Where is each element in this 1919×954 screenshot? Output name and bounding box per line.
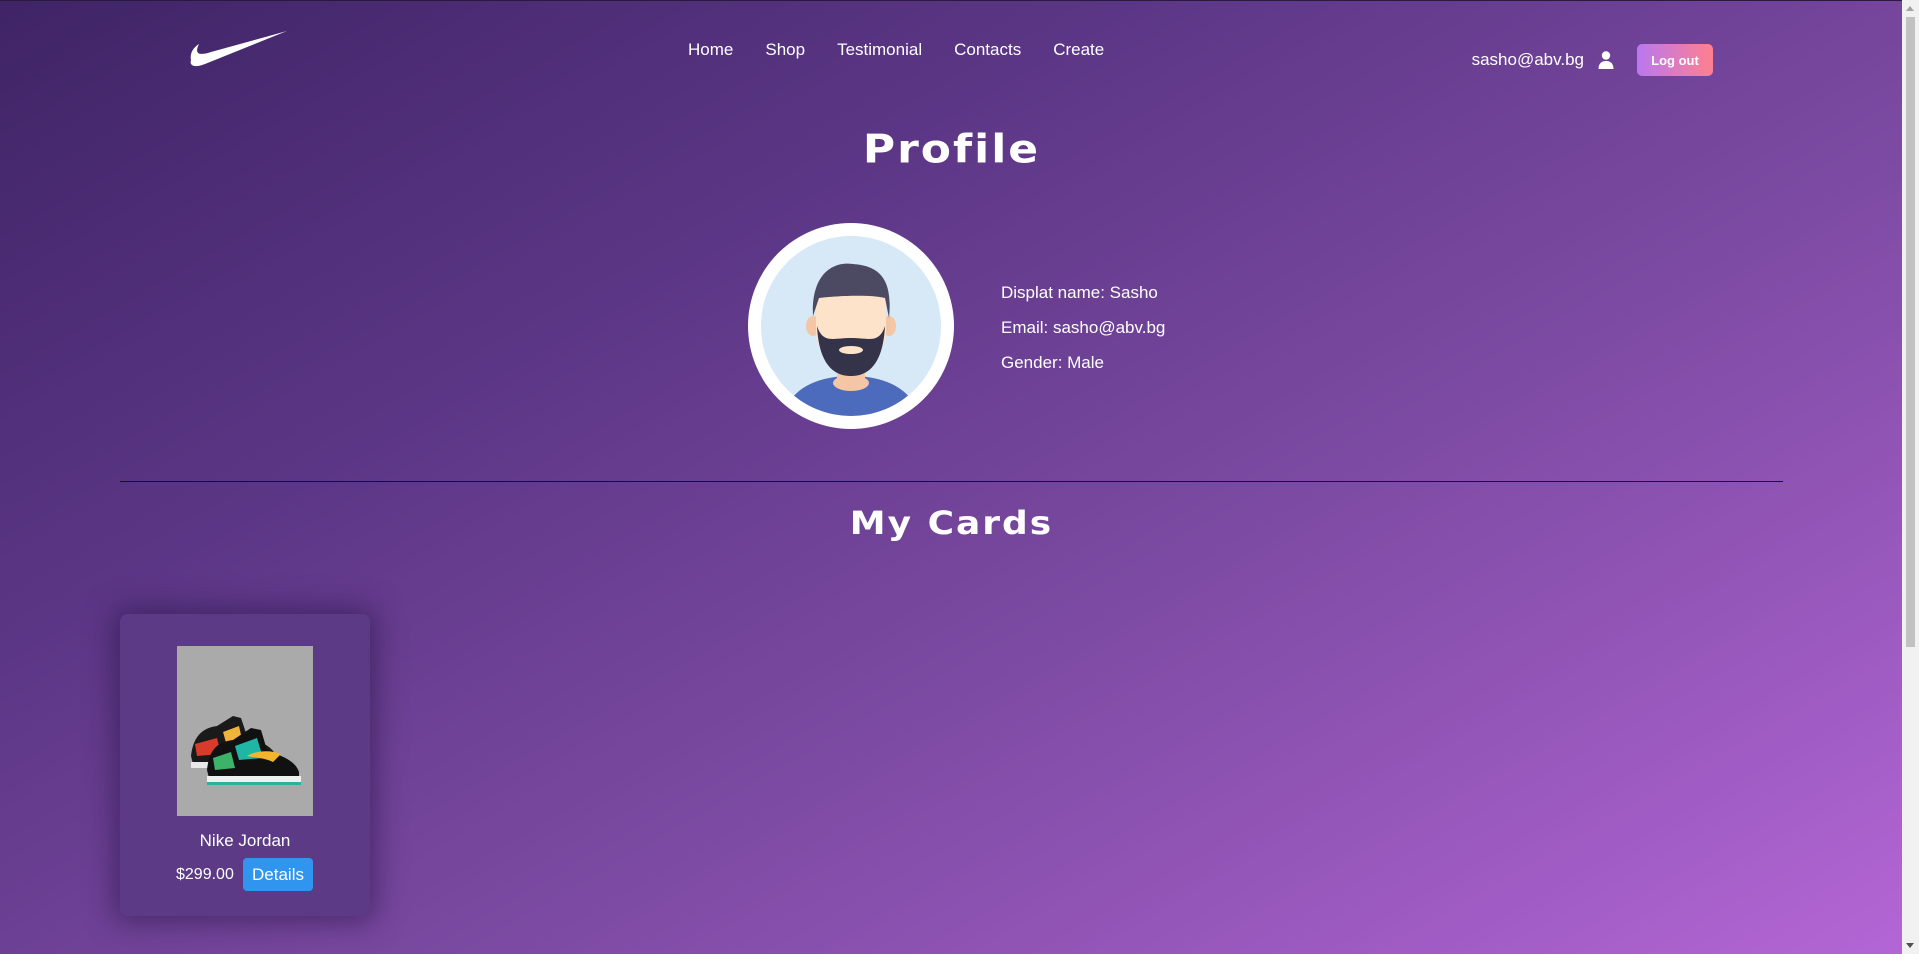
my-cards-title: My Cards <box>849 505 1054 542</box>
nike-logo-icon[interactable] <box>189 30 289 70</box>
scroll-up-arrow-icon[interactable] <box>1906 6 1914 11</box>
details-button[interactable]: Details <box>243 858 313 891</box>
nav-home[interactable]: Home <box>688 40 733 60</box>
profile-email: Email: sasho@abv.bg <box>1001 318 1166 337</box>
top-border <box>0 0 1919 1</box>
user-icon[interactable] <box>1598 51 1614 69</box>
profile-title: Profile <box>862 126 1041 173</box>
avatar <box>748 223 954 429</box>
product-name: Nike Jordan <box>199 831 291 850</box>
nav-create[interactable]: Create <box>1053 40 1104 60</box>
profile-gender: Gender: Male <box>1001 353 1104 372</box>
nav-testimonial[interactable]: Testimonial <box>837 40 922 60</box>
logout-button[interactable]: Log out <box>1637 44 1713 76</box>
main-nav: Home Shop Testimonial Contacts Create <box>688 40 1136 60</box>
profile-info: Displat name: Sasho Email: sasho@abv.bg … <box>1001 283 1165 388</box>
user-email: sasho@abv.bg <box>1471 50 1584 69</box>
product-image[interactable] <box>177 646 313 816</box>
nav-shop[interactable]: Shop <box>765 40 805 60</box>
profile-display-name: Displat name: Sasho <box>1001 283 1158 302</box>
product-card: Nike Jordan $299.00 Details <box>120 614 370 916</box>
avatar-illustration-icon <box>761 236 941 416</box>
section-divider <box>120 481 1783 482</box>
scroll-thumb[interactable] <box>1906 17 1915 647</box>
product-price: $299.00 <box>176 866 234 883</box>
vertical-scrollbar[interactable] <box>1902 0 1919 954</box>
nav-contacts[interactable]: Contacts <box>954 40 1021 60</box>
user-area: sasho@abv.bg Log out <box>1472 44 1713 76</box>
scroll-down-arrow-icon[interactable] <box>1906 943 1914 948</box>
